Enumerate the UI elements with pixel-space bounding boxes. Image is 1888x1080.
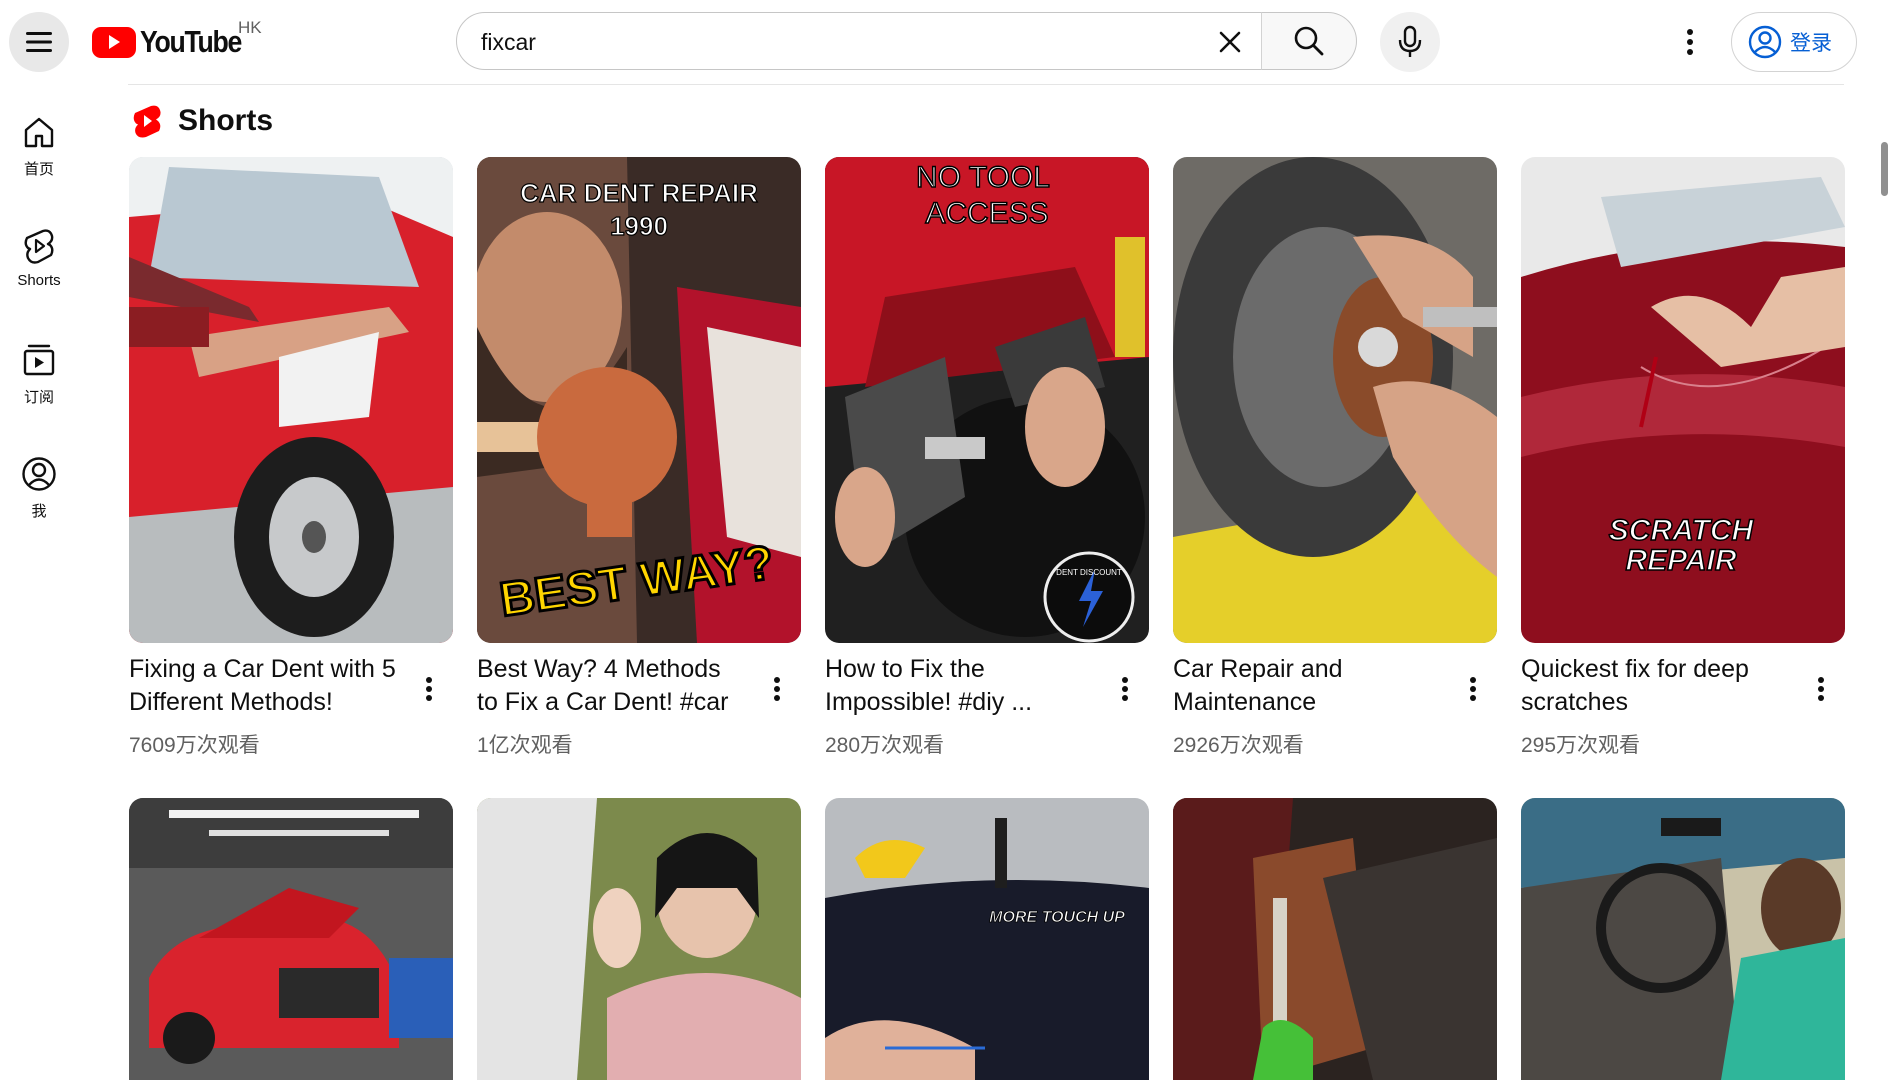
search-icon xyxy=(1294,26,1324,56)
sign-in-label: 登录 xyxy=(1790,32,1832,55)
header-divider xyxy=(128,84,1844,85)
home-icon xyxy=(24,117,54,148)
sign-in-button[interactable]: 登录 xyxy=(1731,12,1857,72)
thumbnail-overlay-text: MORE TOUCH UP xyxy=(989,909,1125,926)
short-title[interactable]: Car Repair and Maintenance xyxy=(1173,653,1443,719)
short-view-count: 295万次观看 xyxy=(1521,734,1641,757)
more-vertical-icon xyxy=(774,677,780,701)
region-code: HK xyxy=(238,18,262,37)
short-menu-button[interactable] xyxy=(1809,669,1833,709)
sidebar-item-label: 订阅 xyxy=(23,389,54,406)
short-thumbnail[interactable]: SCRATCH REPAIR xyxy=(1521,157,1845,643)
sidebar-item-you[interactable]: 我 xyxy=(0,426,78,526)
sidebar-item-label: 我 xyxy=(31,503,47,520)
youtube-play-icon xyxy=(92,26,136,58)
short-title[interactable]: How to Fix the Impossible! #diy ... xyxy=(825,653,1095,719)
short-title[interactable]: Fixing a Car Dent with 5 Different Metho… xyxy=(129,653,399,719)
short-menu-button[interactable] xyxy=(765,669,789,709)
short-menu-button[interactable] xyxy=(1461,669,1485,709)
thumbnail-overlay-text: NO TOOL xyxy=(916,161,1050,194)
short-title[interactable]: Quickest fix for deep scratches xyxy=(1521,653,1791,719)
sidebar-item-label: Shorts xyxy=(17,272,61,289)
search-box xyxy=(456,12,1262,70)
clear-search-button[interactable] xyxy=(1211,23,1249,61)
short-thumbnail[interactable]: CAR DENT REPAIR 1990 BEST WAY? xyxy=(477,157,801,643)
search-button[interactable] xyxy=(1261,12,1357,70)
short-title[interactable]: Best Way? 4 Methods to Fix a Car Dent! #… xyxy=(477,653,747,719)
short-thumbnail[interactable]: MORE TOUCH UP xyxy=(825,798,1149,1080)
short-view-count: 1亿次观看 xyxy=(477,734,573,757)
thumbnail-overlay-text: SCRATCH xyxy=(1609,514,1755,547)
sidebar-item-home[interactable]: 首页 xyxy=(0,84,78,184)
thumbnail-overlay-text: CAR DENT REPAIR xyxy=(520,178,758,208)
account-icon xyxy=(22,457,56,491)
short-thumbnail[interactable]: NO TOOL ACCESS DENT DISCOUNT xyxy=(825,157,1149,643)
short-thumbnail[interactable] xyxy=(129,157,453,643)
account-circle-icon xyxy=(1748,25,1782,59)
settings-more-button[interactable] xyxy=(1668,20,1712,64)
more-vertical-icon xyxy=(1470,677,1476,701)
short-thumbnail[interactable] xyxy=(1521,798,1845,1080)
search-input[interactable] xyxy=(479,25,1183,59)
more-vertical-icon xyxy=(1687,29,1693,55)
shorts-section-header: Shorts xyxy=(132,104,273,138)
subscriptions-icon xyxy=(23,344,55,376)
short-thumbnail[interactable] xyxy=(477,798,801,1080)
section-title: Shorts xyxy=(178,104,274,137)
thumbnail-overlay-text: ACCESS xyxy=(925,197,1048,230)
logo-wordmark: YouTube xyxy=(140,24,242,59)
short-thumbnail[interactable] xyxy=(1173,157,1497,643)
more-vertical-icon xyxy=(1818,677,1824,701)
shorts-icon xyxy=(24,229,54,264)
short-menu-button[interactable] xyxy=(1113,669,1137,709)
thumbnail-overlay-text: 1990 xyxy=(610,211,668,241)
short-view-count: 280万次观看 xyxy=(825,734,945,757)
sidebar-item-shorts[interactable]: Shorts xyxy=(0,198,78,298)
youtube-logo[interactable]: YouTube xyxy=(92,22,258,62)
sidebar-item-subscriptions[interactable]: 订阅 xyxy=(0,312,78,412)
guide-menu-button[interactable] xyxy=(9,12,69,72)
short-menu-button[interactable] xyxy=(417,669,441,709)
short-thumbnail[interactable] xyxy=(129,798,453,1080)
close-icon xyxy=(1219,31,1241,53)
thumbnail-badge-text: DENT DISCOUNT xyxy=(1056,568,1122,577)
voice-search-button[interactable] xyxy=(1380,12,1440,72)
hamburger-menu-icon xyxy=(26,32,52,52)
short-view-count: 7609万次观看 xyxy=(129,734,260,757)
page-scrollbar[interactable] xyxy=(1881,142,1888,196)
short-thumbnail[interactable] xyxy=(1173,798,1497,1080)
more-vertical-icon xyxy=(426,677,432,701)
shorts-logo-icon xyxy=(133,105,161,138)
short-view-count: 2926万次观看 xyxy=(1173,734,1304,757)
masthead: YouTube HK 登录 xyxy=(0,0,1888,84)
microphone-icon xyxy=(1398,25,1422,57)
thumbnail-overlay-text: REPAIR xyxy=(1625,544,1736,577)
sidebar-item-label: 首页 xyxy=(23,161,54,178)
more-vertical-icon xyxy=(1122,677,1128,701)
